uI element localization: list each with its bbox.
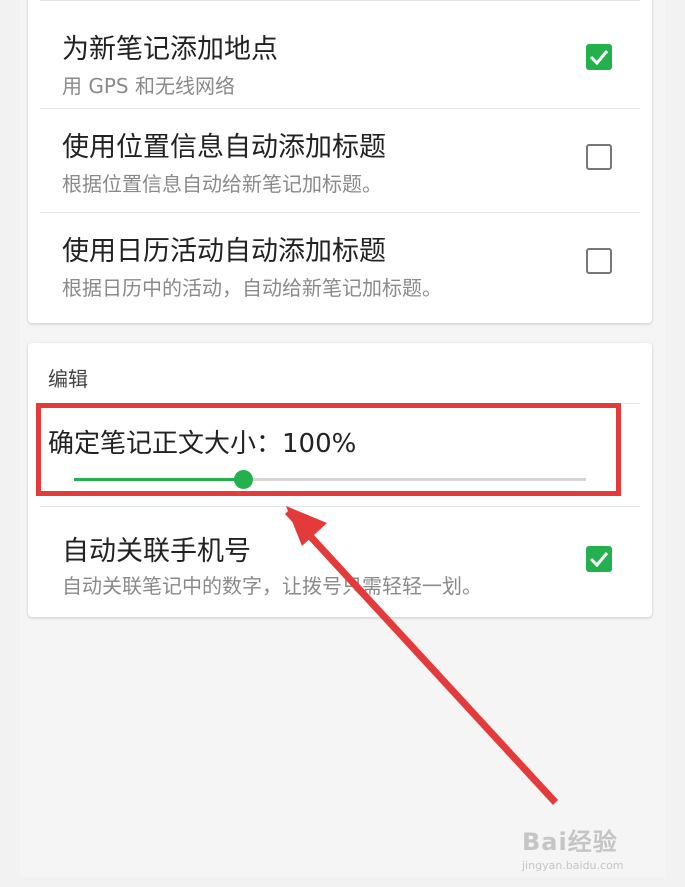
arrow-head xyxy=(286,506,327,546)
baidu-watermark: Bai经验 jingyan.baidu.com xyxy=(522,822,652,872)
annotation-arrow xyxy=(285,506,558,805)
watermark-logo: Bai经验 xyxy=(522,828,618,856)
watermark-url: jingyan.baidu.com xyxy=(522,859,624,872)
arrow-shaft xyxy=(285,509,558,805)
